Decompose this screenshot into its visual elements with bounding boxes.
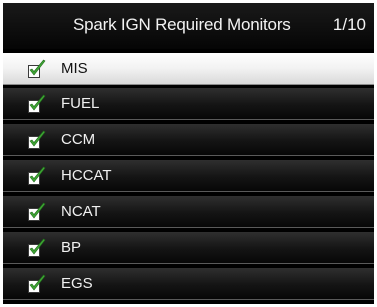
checkbox-checked-icon [28, 166, 46, 185]
screen-title: Spark IGN Required Monitors [73, 15, 291, 34]
monitor-label: FUEL [61, 95, 100, 112]
monitor-label: BP [61, 239, 82, 256]
monitor-row-hccat[interactable]: HCCAT [3, 160, 374, 192]
scan-tool-screen: Spark IGN Required Monitors 1/10 MIS FUE… [3, 3, 374, 304]
monitor-label: MIS [61, 60, 88, 77]
monitor-label: EGS [61, 275, 93, 292]
monitor-label: NCAT [61, 203, 101, 220]
page-indicator: 1/10 [332, 15, 366, 34]
monitor-row-fuel[interactable]: FUEL [3, 88, 374, 120]
screen-header: Spark IGN Required Monitors 1/10 [3, 3, 374, 49]
monitor-row-ccm[interactable]: CCM [3, 124, 374, 156]
checkbox-checked-icon [28, 274, 46, 293]
checkbox-checked-icon [28, 202, 46, 221]
checkbox-checked-icon [28, 238, 46, 257]
monitor-row-bp[interactable]: BP [3, 232, 374, 264]
monitor-label: HCCAT [61, 167, 112, 184]
checkbox-checked-icon [28, 130, 46, 149]
checkbox-checked-icon [28, 59, 46, 78]
monitor-row-ncat[interactable]: NCAT [3, 196, 374, 228]
checkbox-checked-icon [28, 94, 46, 113]
monitor-row-egs[interactable]: EGS [3, 268, 374, 300]
monitor-row-mis[interactable]: MIS [3, 53, 374, 85]
monitor-label: CCM [61, 131, 96, 148]
monitor-list: MIS FUEL CCM HCCAT NCAT BP EGS [3, 53, 374, 304]
